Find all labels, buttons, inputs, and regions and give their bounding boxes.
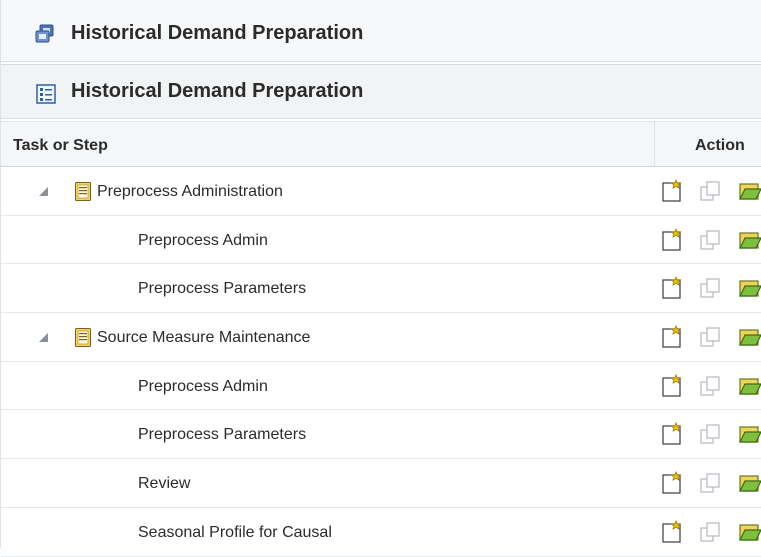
expanded-triangle-icon[interactable] — [39, 187, 48, 196]
task-label[interactable]: Source Measure Maintenance — [97, 329, 310, 347]
open-workbook-icon[interactable] — [738, 325, 761, 349]
table-row: Source Measure Maintenance — [1, 313, 761, 362]
copy-workbook-icon[interactable] — [699, 228, 723, 252]
copy-workbook-icon[interactable] — [699, 520, 723, 544]
page-title: Historical Demand Preparation — [71, 22, 364, 44]
step-label[interactable]: Seasonal Profile for Causal — [138, 524, 332, 542]
clipboard-icon — [75, 328, 91, 348]
copy-workbook-icon[interactable] — [699, 325, 723, 349]
open-workbook-icon[interactable] — [738, 276, 761, 300]
step-label[interactable]: Review — [138, 475, 190, 493]
table-row: Preprocess Admin — [1, 215, 761, 265]
new-workbook-icon[interactable] — [661, 276, 685, 300]
row-actions — [659, 227, 761, 252]
table-header: Task or Step Action — [1, 121, 761, 168]
new-workbook-icon[interactable] — [661, 519, 685, 544]
section-title: Historical Demand Preparation — [71, 80, 364, 102]
open-workbook-icon[interactable] — [738, 520, 761, 544]
row-actions — [659, 325, 761, 349]
row-actions — [659, 276, 761, 300]
section-header: Historical Demand Preparation — [1, 64, 761, 119]
step-label[interactable]: Preprocess Admin — [138, 232, 268, 250]
new-workbook-icon[interactable] — [661, 471, 685, 495]
task-table: Task or Step Action Preprocess Administr… — [1, 121, 761, 557]
new-workbook-icon[interactable] — [661, 227, 685, 252]
open-workbook-icon[interactable] — [738, 228, 761, 252]
clipboard-icon — [75, 182, 91, 201]
table-row: Preprocess Parameters — [1, 264, 761, 314]
row-actions — [659, 519, 761, 544]
copy-workbook-icon[interactable] — [699, 276, 723, 300]
new-workbook-icon[interactable] — [661, 179, 685, 203]
copy-workbook-icon[interactable] — [699, 471, 723, 495]
open-workbook-icon[interactable] — [738, 471, 761, 495]
task-label[interactable]: Preprocess Administration — [97, 183, 283, 201]
process-icon — [35, 24, 54, 43]
page: Historical Demand Preparation Historical… — [0, 0, 761, 557]
table-row: Seasonal Profile for Causal — [1, 507, 761, 557]
column-header-action[interactable]: Action — [695, 137, 745, 155]
step-label[interactable]: Preprocess Parameters — [138, 426, 306, 444]
open-workbook-icon[interactable] — [738, 179, 761, 203]
new-workbook-icon[interactable] — [661, 373, 685, 398]
table-row: Preprocess Parameters — [1, 410, 761, 460]
column-header-task[interactable]: Task or Step — [13, 137, 108, 155]
new-workbook-icon[interactable] — [661, 422, 685, 446]
table-row: Preprocess Admin — [1, 361, 761, 411]
open-workbook-icon[interactable] — [738, 374, 761, 398]
step-label[interactable]: Preprocess Parameters — [138, 280, 306, 298]
row-actions — [659, 422, 761, 446]
copy-workbook-icon[interactable] — [699, 422, 723, 446]
open-workbook-icon[interactable] — [738, 422, 761, 446]
expanded-triangle-icon[interactable] — [39, 333, 48, 343]
new-workbook-icon[interactable] — [661, 325, 685, 349]
copy-workbook-icon[interactable] — [699, 179, 723, 203]
table-row: Review — [1, 459, 761, 508]
step-label[interactable]: Preprocess Admin — [138, 378, 268, 396]
row-actions — [659, 471, 761, 495]
page-header: Historical Demand Preparation — [1, 0, 761, 62]
row-actions — [659, 373, 761, 398]
table-row: Preprocess Administration — [1, 167, 761, 216]
copy-workbook-icon[interactable] — [699, 374, 723, 398]
list-icon — [36, 84, 56, 104]
column-divider — [654, 122, 655, 168]
row-actions — [659, 179, 761, 203]
